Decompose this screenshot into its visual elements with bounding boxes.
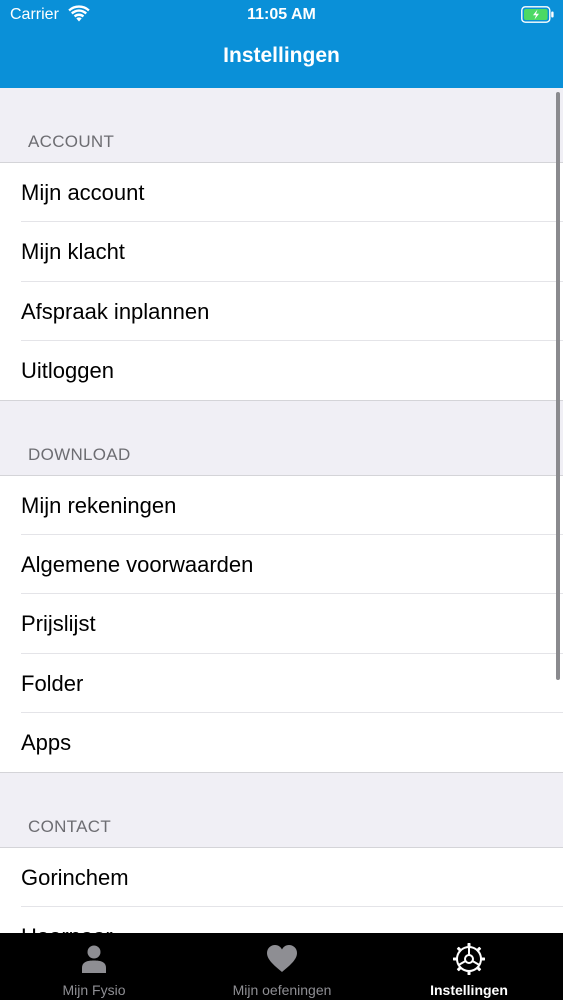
row-prijslijst[interactable]: Prijslijst — [0, 594, 563, 655]
status-time: 11:05 AM — [247, 6, 316, 23]
section-header-label: CONTACT — [28, 816, 111, 836]
battery-charging-icon — [521, 6, 554, 23]
row-mijn-klacht[interactable]: Mijn klacht — [0, 222, 563, 283]
row-mijn-rekeningen[interactable]: Mijn rekeningen — [0, 475, 563, 536]
section-header-contact: CONTACT — [0, 773, 563, 847]
section-header-account: ACCOUNT — [0, 88, 563, 162]
row-label: Prijslijst — [21, 611, 96, 637]
settings-list[interactable]: ACCOUNT Mijn account Mijn klacht Afspraa… — [0, 88, 563, 933]
person-icon — [82, 945, 106, 973]
page-title: Instellingen — [223, 44, 340, 67]
section-header-label: ACCOUNT — [28, 132, 115, 151]
header: Carrier 11:05 AM Instellingen — [0, 0, 563, 88]
row-label: Mijn account — [21, 180, 145, 205]
row-afspraak-inplannen[interactable]: Afspraak inplannen — [0, 281, 563, 342]
row-label: Hoornaar — [21, 924, 113, 933]
row-label: Folder — [21, 670, 84, 696]
row-label: Algemene voorwaarden — [21, 551, 254, 577]
section-header-download: DOWNLOAD — [0, 401, 563, 475]
tab-label: Mijn oefeningen — [232, 982, 332, 998]
heart-icon — [267, 945, 297, 972]
tab-label: Instellingen — [430, 982, 508, 998]
section-header-label: DOWNLOAD — [28, 444, 131, 464]
row-label: Mijn klacht — [21, 239, 125, 265]
row-uitloggen[interactable]: Uitloggen — [0, 341, 563, 401]
row-apps[interactable]: Apps — [0, 713, 563, 773]
row-label: Apps — [21, 730, 72, 756]
row-hoornaar[interactable]: Hoornaar — [0, 906, 563, 933]
row-label: Mijn rekeningen — [21, 492, 177, 518]
tab-mijn-oefeningen[interactable]: Mijn oefeningen — [188, 933, 376, 1000]
settings-icon — [453, 943, 485, 975]
tab-label: Mijn Fysio — [62, 982, 126, 998]
status-bar: Carrier 11:05 AM — [0, 0, 563, 30]
row-algemene-voorwaarden[interactable]: Algemene voorwaarden — [0, 534, 563, 595]
row-mijn-account[interactable]: Mijn account — [0, 163, 563, 223]
row-folder[interactable]: Folder — [0, 653, 563, 714]
scrollbar[interactable] — [556, 92, 560, 680]
tab-bar: Mijn Fysio Mijn oefeningen Instellingen — [0, 933, 563, 1000]
row-label: Afspraak inplannen — [21, 298, 210, 324]
row-label: Uitloggen — [21, 358, 114, 384]
tab-instellingen[interactable]: Instellingen — [375, 933, 563, 1000]
row-gorinchem[interactable]: Gorinchem — [0, 847, 563, 908]
row-label: Gorinchem — [21, 864, 129, 890]
tab-mijn-fysio[interactable]: Mijn Fysio — [0, 933, 188, 1000]
